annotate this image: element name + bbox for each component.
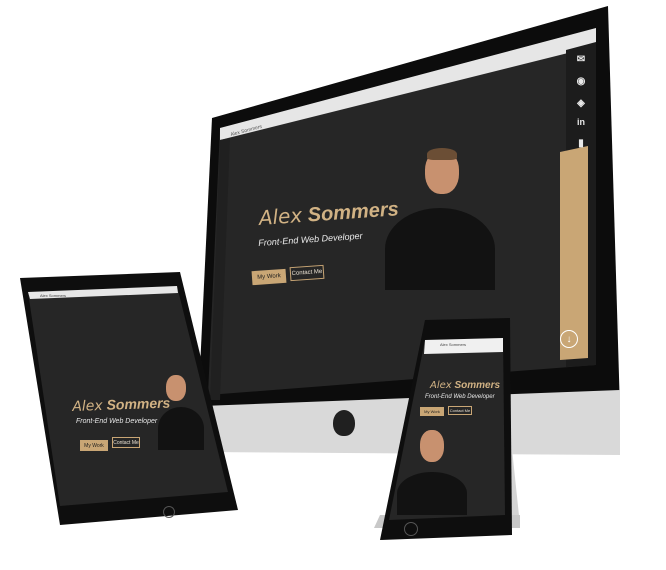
- tablet-portrait: [158, 375, 218, 450]
- tablet-hero-name: Alex Sommers: [72, 395, 171, 415]
- monitor-my-work-button[interactable]: My Work: [251, 268, 287, 286]
- mail-icon[interactable]: ✉: [574, 52, 588, 66]
- arrow-down-icon[interactable]: ↓: [560, 330, 578, 348]
- phone-first-name: Alex: [430, 380, 452, 391]
- linkedin-icon[interactable]: in: [574, 115, 588, 129]
- tablet-subtitle: Front-End Web Developer: [76, 418, 158, 425]
- phone-url-bar[interactable]: Alex Sommers: [440, 342, 466, 347]
- phone-my-work-button[interactable]: My Work: [420, 407, 444, 416]
- monitor-first-name: Alex: [258, 202, 303, 230]
- tablet-contact-button[interactable]: Contact Me: [112, 437, 140, 448]
- codepen-icon[interactable]: ◈: [574, 96, 588, 110]
- monitor-contact-button[interactable]: Contact Me: [289, 264, 325, 282]
- phone-portrait: [395, 430, 470, 515]
- github-icon[interactable]: ◉: [574, 74, 588, 88]
- phone-subtitle: Front-End Web Developer: [425, 394, 495, 400]
- device-frames: [20, 6, 620, 540]
- phone-hero-name: Alex Sommers: [430, 380, 500, 391]
- resume-icon[interactable]: ▮: [574, 136, 588, 150]
- monitor-portrait: [385, 148, 495, 290]
- tablet-my-work-button[interactable]: My Work: [80, 440, 108, 451]
- phone-contact-button[interactable]: Contact Me: [448, 406, 472, 415]
- phone-home-button[interactable]: [404, 522, 418, 536]
- tablet-first-name: Alex: [72, 397, 103, 415]
- phone-last-name: Sommers: [454, 380, 501, 391]
- tablet-tab-title[interactable]: Alex Sommers: [40, 293, 66, 298]
- tablet-home-button[interactable]: [163, 506, 175, 518]
- monitor-scroll-strip: [560, 146, 588, 360]
- apple-logo-icon: [333, 410, 355, 436]
- portrait-shirt: [385, 208, 495, 290]
